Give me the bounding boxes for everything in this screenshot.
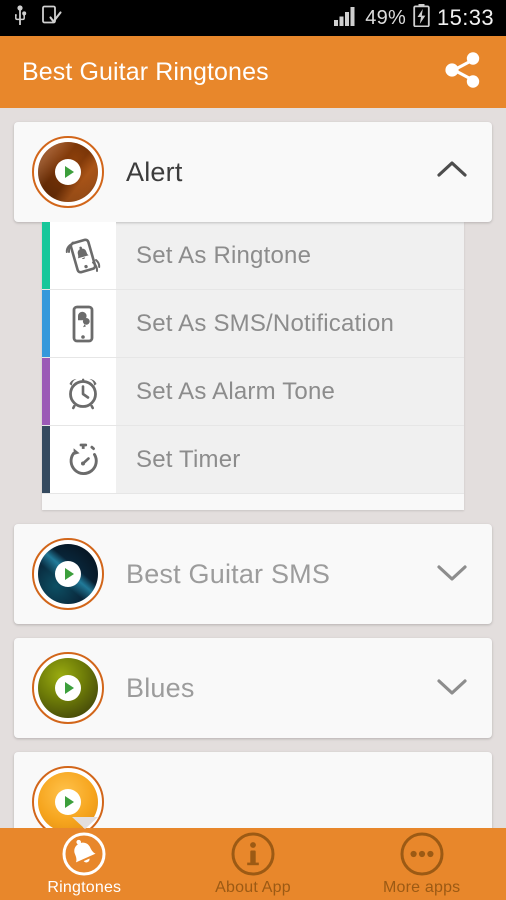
chevron-down-icon[interactable] xyxy=(432,558,472,591)
page-title: Best Guitar Ringtones xyxy=(22,57,269,86)
share-icon[interactable] xyxy=(442,49,484,96)
action-set-timer[interactable]: Set Timer xyxy=(42,426,464,494)
play-icon[interactable] xyxy=(55,789,81,815)
signal-bars-icon xyxy=(334,6,358,31)
tab-label: Ringtones xyxy=(47,879,122,896)
ringtone-thumbnail xyxy=(38,658,98,718)
action-color-bar xyxy=(42,290,50,357)
action-label: Set As Alarm Tone xyxy=(136,377,336,405)
action-color-bar xyxy=(42,426,50,493)
app-screen: 49% 15:33 Best Guitar Ringtones Alert Se… xyxy=(0,0,506,900)
ringtone-thumbnail xyxy=(38,142,98,202)
play-icon[interactable] xyxy=(55,675,81,701)
more-dots-icon xyxy=(399,831,445,877)
clock-label: 15:33 xyxy=(436,5,494,30)
action-label: Set Timer xyxy=(136,445,241,473)
tab-more-apps[interactable]: More apps xyxy=(337,828,506,900)
play-button[interactable] xyxy=(32,652,104,724)
app-bar-actions xyxy=(442,49,484,96)
play-icon[interactable] xyxy=(55,159,81,185)
ringtone-thumbnail xyxy=(38,544,98,604)
stopwatch-icon xyxy=(50,426,116,493)
vibrating-phone-icon xyxy=(50,222,116,289)
chevron-down-icon[interactable] xyxy=(432,672,472,705)
device-check-icon xyxy=(42,5,62,32)
status-bar-right: 49% 15:33 xyxy=(334,4,494,32)
usb-icon xyxy=(12,4,28,32)
play-icon[interactable] xyxy=(55,561,81,587)
active-tab-notch xyxy=(72,817,98,829)
bottom-navigation[interactable]: Ringtones About App More apps xyxy=(0,817,506,900)
ringtone-card-best-guitar-sms[interactable]: Best Guitar SMS xyxy=(14,524,492,624)
alarm-clock-icon xyxy=(50,358,116,425)
tab-label: About App xyxy=(215,879,291,896)
ringtone-title: Blues xyxy=(126,672,195,703)
ringtone-card-header[interactable]: Best Guitar SMS xyxy=(14,524,492,624)
actions-list-footer xyxy=(42,494,464,510)
action-set-as-sms[interactable]: Set As SMS/Notification xyxy=(42,290,464,358)
play-button[interactable] xyxy=(32,538,104,610)
ringtone-actions-list[interactable]: Set As Ringtone Set As SMS/Notification xyxy=(42,222,464,510)
ringtone-card-blues[interactable]: Blues xyxy=(14,638,492,738)
app-bar: Best Guitar Ringtones xyxy=(0,36,506,108)
ringtone-title: Best Guitar SMS xyxy=(126,558,331,589)
action-color-bar xyxy=(42,358,50,425)
action-label: Set As SMS/Notification xyxy=(136,309,395,337)
battery-charging-icon xyxy=(413,4,430,32)
ringtone-list[interactable]: Alert Set As Ringtone Set As SMS/Notific… xyxy=(0,108,506,828)
action-label: Set As Ringtone xyxy=(136,241,312,269)
ringtone-card-header[interactable]: Alert xyxy=(14,122,492,222)
chevron-up-icon[interactable] xyxy=(432,156,472,189)
tab-about-app[interactable]: About App xyxy=(169,828,338,900)
info-icon xyxy=(230,831,276,877)
ringtone-card-alert[interactable]: Alert xyxy=(14,122,492,222)
phone-message-icon xyxy=(50,290,116,357)
play-button[interactable] xyxy=(32,136,104,208)
action-set-as-ringtone[interactable]: Set As Ringtone xyxy=(42,222,464,290)
bell-icon xyxy=(61,831,107,877)
status-bar-left xyxy=(12,4,62,32)
tab-label: More apps xyxy=(382,879,461,896)
tab-ringtones[interactable]: Ringtones xyxy=(0,828,169,900)
ringtone-card-header[interactable]: Blues xyxy=(14,638,492,738)
battery-percent-label: 49% xyxy=(365,6,406,29)
action-color-bar xyxy=(42,222,50,289)
ringtone-title: Alert xyxy=(126,156,183,187)
action-set-as-alarm[interactable]: Set As Alarm Tone xyxy=(42,358,464,426)
status-bar: 49% 15:33 xyxy=(0,0,506,36)
